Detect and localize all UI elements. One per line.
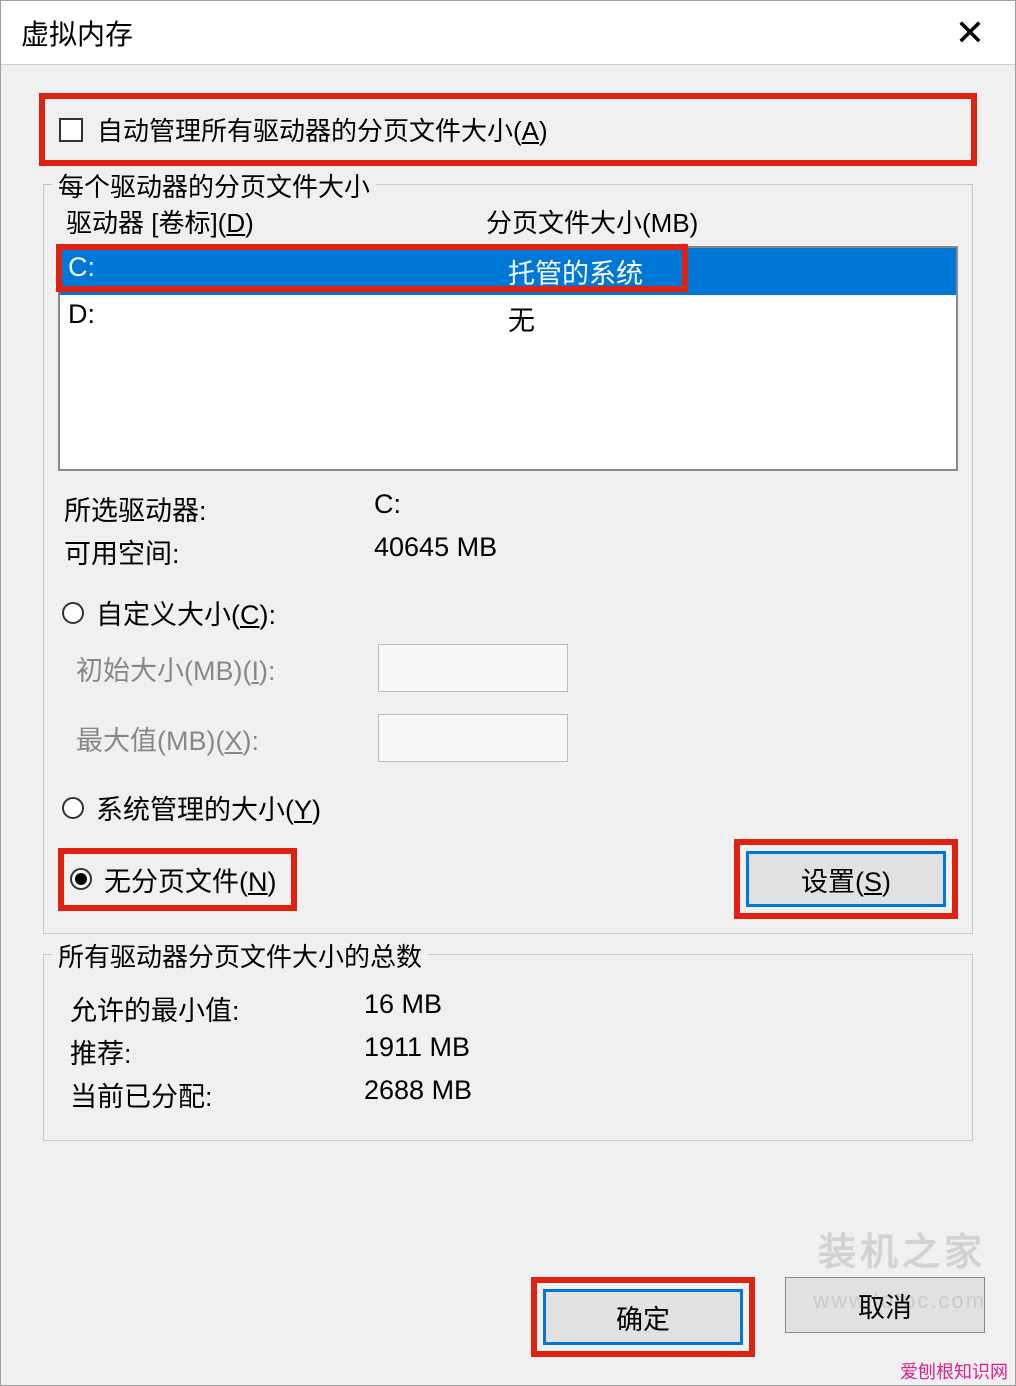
drives-group-legend: 每个驱动器的分页文件大小 [52,167,376,204]
system-managed-radio[interactable] [62,797,84,819]
watermark-url: www.lotpc.com [813,1288,986,1314]
initial-size-input [378,644,568,692]
header-drive: 驱动器 [卷标](D) [66,203,486,240]
auto-manage-checkbox[interactable] [59,118,83,142]
no-page-and-set-row: 无分页文件(N) 设置(S) [58,839,958,919]
max-size-row: 最大值(MB)(X): [58,708,958,768]
recommended-row: 推荐: 1911 MB [58,1032,958,1071]
custom-size-label: 自定义大小(C): [96,593,276,632]
watermark-brand: 装机之家 [818,1221,986,1276]
virtual-memory-dialog: 虚拟内存 ✕ 自动管理所有驱动器的分页文件大小(A) 每个驱动器的分页文件大小 … [0,0,1016,1386]
totals-group-legend: 所有驱动器分页文件大小的总数 [52,937,428,974]
close-icon[interactable]: ✕ [945,12,995,54]
initial-size-label: 初始大小(MB)(I): [62,649,378,688]
dialog-body: 自动管理所有驱动器的分页文件大小(A) 每个驱动器的分页文件大小 驱动器 [卷标… [1,65,1015,1265]
initial-size-row: 初始大小(MB)(I): [58,638,958,698]
no-paging-radio[interactable] [70,868,92,890]
system-managed-label: 系统管理的大小(Y) [96,788,321,827]
set-button[interactable]: 设置(S) [746,851,946,907]
drive-list-header: 驱动器 [卷标](D) 分页文件大小(MB) [58,197,958,246]
auto-manage-checkbox-row[interactable]: 自动管理所有驱动器的分页文件大小(A) [39,93,977,166]
auto-manage-label: 自动管理所有驱动器的分页文件大小(A) [97,111,548,148]
max-size-label: 最大值(MB)(X): [62,719,378,758]
totals-group: 所有驱动器分页文件大小的总数 允许的最小值: 16 MB 推荐: 1911 MB… [43,954,973,1141]
drive-row-d[interactable]: D: 无 [60,295,956,342]
header-size: 分页文件大小(MB) [486,203,698,240]
selected-drive-row: 所选驱动器: C: [58,489,958,528]
custom-size-radio[interactable] [62,602,84,624]
no-paging-label: 无分页文件(N) [104,860,277,899]
custom-size-radio-row[interactable]: 自定义大小(C): [58,587,958,638]
system-managed-radio-row[interactable]: 系统管理的大小(Y) [58,782,958,833]
drives-group: 每个驱动器的分页文件大小 驱动器 [卷标](D) 分页文件大小(MB) C: 托… [43,184,973,934]
current-allocated-row: 当前已分配: 2688 MB [58,1075,958,1114]
drive-row-c[interactable]: C: 托管的系统 [60,248,956,295]
ok-button-highlight: 确定 [531,1277,755,1357]
no-paging-radio-row[interactable]: 无分页文件(N) [70,860,277,899]
no-paging-file-highlight: 无分页文件(N) [58,848,297,911]
watermark-site: 爱刨根知识网 [900,1358,1008,1384]
set-button-highlight: 设置(S) [734,839,958,919]
dialog-title: 虚拟内存 [21,13,133,53]
titlebar: 虚拟内存 ✕ [1,1,1015,65]
ok-button[interactable]: 确定 [543,1289,743,1345]
max-size-input [378,714,568,762]
dialog-button-row: 确定 取消 [1,1265,1015,1385]
drive-list[interactable]: C: 托管的系统 D: 无 [58,246,958,471]
available-space-row: 可用空间: 40645 MB [58,532,958,571]
min-allowed-row: 允许的最小值: 16 MB [58,989,958,1028]
